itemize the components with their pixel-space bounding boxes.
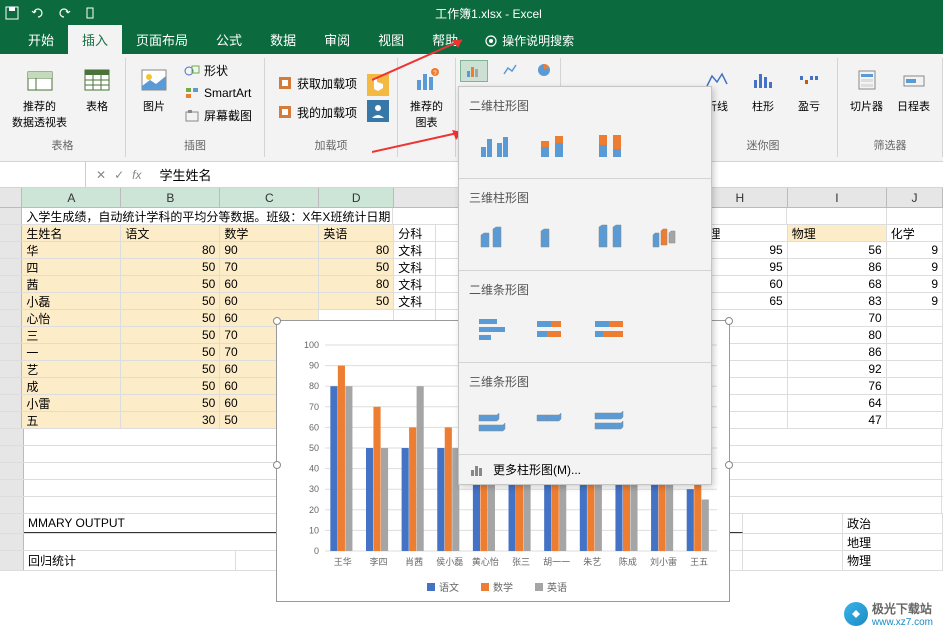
window-title: 工作簿1.xlsx - Excel	[98, 5, 879, 22]
tab-review[interactable]: 审阅	[310, 25, 364, 54]
dd-header-3d-bar: 三维条形图	[459, 369, 711, 394]
pie-chart-dropdown[interactable]	[534, 60, 556, 82]
table-button[interactable]: 表格	[77, 60, 117, 135]
col-header-C[interactable]: C	[220, 188, 319, 207]
smartart-button[interactable]: SmartArt	[180, 83, 256, 103]
tab-layout[interactable]: 页面布局	[122, 25, 202, 54]
svg-text:朱艺: 朱艺	[583, 556, 601, 567]
redo-icon[interactable]	[56, 5, 72, 21]
dd-header-3d-column: 三维柱形图	[459, 185, 711, 210]
group-label-tables: 表格	[8, 135, 117, 155]
svg-text:黄心怡: 黄心怡	[472, 556, 499, 567]
name-box[interactable]	[0, 162, 86, 187]
svg-text:数学: 数学	[493, 581, 513, 594]
svg-text:英语: 英语	[547, 581, 567, 594]
svg-text:陈成: 陈成	[619, 556, 637, 567]
tab-insert[interactable]: 插入	[68, 25, 122, 54]
shapes-button[interactable]: 形状	[180, 60, 256, 81]
watermark: 极光下载站 www.xz7.com	[844, 600, 933, 628]
touch-icon[interactable]	[82, 5, 98, 21]
svg-text:10: 10	[309, 525, 319, 535]
svg-text:90: 90	[309, 361, 319, 371]
stacked-bar-2d[interactable]	[525, 306, 581, 352]
resize-handle[interactable]	[725, 317, 733, 325]
resize-handle[interactable]	[273, 461, 281, 469]
percent-stacked-column-2d[interactable]	[583, 122, 639, 168]
col-header-A[interactable]: A	[22, 188, 121, 207]
svg-text:70: 70	[309, 402, 319, 412]
svg-text:侯小磊: 侯小磊	[436, 556, 463, 567]
svg-text:0: 0	[314, 546, 319, 556]
chart-type-dropdown: 二维柱形图 三维柱形图 二维条形图 三维条形图	[458, 86, 712, 485]
stacked-column-2d[interactable]	[525, 122, 581, 168]
column-3d[interactable]	[641, 214, 697, 260]
timeline-button[interactable]: 日程表	[893, 60, 934, 135]
svg-text:100: 100	[304, 340, 319, 350]
group-label-filters: 筛选器	[846, 135, 934, 155]
svg-text:40: 40	[309, 464, 319, 474]
tell-me-search[interactable]: 操作说明搜索	[472, 27, 586, 54]
percent-stacked-bar-3d[interactable]	[583, 398, 639, 444]
percent-stacked-bar-2d[interactable]	[583, 306, 639, 352]
col-header-D[interactable]: D	[319, 188, 394, 207]
stacked-bar-3d[interactable]	[525, 398, 581, 444]
get-addins-button[interactable]: 获取加载项	[273, 73, 361, 94]
col-header-B[interactable]: B	[121, 188, 220, 207]
stacked-column-3d[interactable]	[525, 214, 581, 260]
fx-icon[interactable]: fx	[132, 168, 141, 182]
dd-header-2d-bar: 二维条形图	[459, 277, 711, 302]
more-column-charts[interactable]: 更多柱形图(M)...	[459, 455, 711, 484]
annotation-arrow-1	[372, 32, 472, 82]
pivot-table-button[interactable]: 推荐的 数据透视表	[8, 60, 71, 135]
svg-text:50: 50	[309, 443, 319, 453]
tab-home[interactable]: 开始	[14, 25, 68, 54]
svg-text:刘小雷: 刘小雷	[650, 556, 677, 567]
group-label-sparklines: 迷你图	[697, 135, 829, 155]
undo-icon[interactable]	[30, 5, 46, 21]
cancel-icon[interactable]: ✕	[96, 168, 106, 182]
picture-button[interactable]: 图片	[134, 60, 174, 135]
clustered-bar-2d[interactable]	[467, 306, 523, 352]
svg-text:王华: 王华	[334, 556, 352, 567]
tab-data[interactable]: 数据	[256, 25, 310, 54]
svg-text:30: 30	[309, 484, 319, 494]
line-chart-dropdown[interactable]	[500, 60, 522, 82]
slicer-button[interactable]: 切片器	[846, 60, 887, 135]
svg-text:20: 20	[309, 505, 319, 515]
screenshot-button[interactable]: 屏幕截图	[180, 105, 256, 126]
sparkline-column-button[interactable]: 柱形	[743, 60, 783, 135]
resize-handle[interactable]	[273, 317, 281, 325]
svg-text:张三: 张三	[512, 557, 530, 567]
clustered-column-2d[interactable]	[467, 122, 523, 168]
title-bar: 工作簿1.xlsx - Excel	[0, 0, 943, 26]
tab-formula[interactable]: 公式	[202, 25, 256, 54]
col-header-J[interactable]: J	[887, 188, 943, 207]
dd-header-2d-column: 二维柱形图	[459, 93, 711, 118]
svg-text:肖茜: 肖茜	[405, 556, 423, 567]
sparkline-winloss-button[interactable]: 盈亏	[789, 60, 829, 135]
group-label-illustrations: 插图	[134, 135, 256, 155]
percent-stacked-column-3d[interactable]	[583, 214, 639, 260]
my-addins-button[interactable]: 我的加载项	[273, 102, 361, 123]
confirm-icon[interactable]: ✓	[114, 168, 124, 182]
clustered-column-3d[interactable]	[467, 214, 523, 260]
annotation-arrow-2	[372, 124, 472, 154]
svg-text:语文: 语文	[439, 581, 459, 594]
svg-text:胡一一: 胡一一	[543, 556, 570, 567]
col-header-I[interactable]: I	[788, 188, 887, 207]
svg-text:王五: 王五	[690, 557, 708, 567]
svg-text:李四: 李四	[369, 556, 387, 567]
resize-handle[interactable]	[725, 461, 733, 469]
svg-text:80: 80	[309, 381, 319, 391]
save-icon[interactable]	[4, 5, 20, 21]
svg-text:60: 60	[309, 422, 319, 432]
clustered-bar-3d[interactable]	[467, 398, 523, 444]
select-all-corner[interactable]	[0, 188, 22, 207]
people-icon[interactable]	[367, 100, 389, 122]
